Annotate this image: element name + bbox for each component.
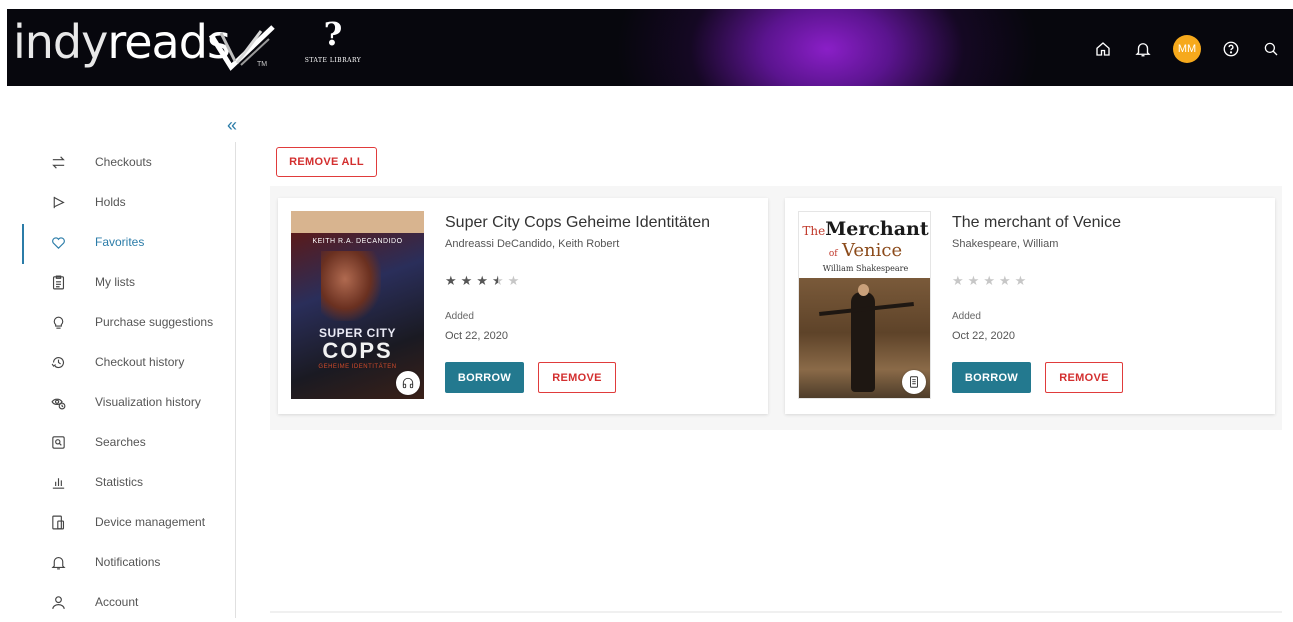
sidebar-item-label: Checkout history	[95, 355, 185, 369]
bell-icon[interactable]	[1133, 39, 1153, 59]
help-icon[interactable]	[1221, 39, 1241, 59]
cover-title-line2: COPS	[322, 338, 393, 363]
sidebar-item-visualization-history[interactable]: Visualization history	[0, 382, 234, 422]
sidebar-item-label: Statistics	[95, 475, 144, 489]
sidebar-item-label: Holds	[95, 195, 126, 209]
cover-subtitle: of Venice	[799, 240, 930, 261]
sidebar: Checkouts Holds Favorites My lists Purch…	[0, 142, 236, 618]
app-logo[interactable]: indyreads	[13, 15, 231, 69]
remove-all-button[interactable]: REMOVE ALL	[276, 147, 377, 177]
header: indyreads TM ? STATE LIBRARY MM	[0, 0, 1293, 86]
sidebar-item-notifications[interactable]: Notifications	[0, 542, 234, 582]
star-icon: ★	[1014, 273, 1027, 288]
star-rating: ★ ★ ★ ★ ★	[952, 273, 1026, 289]
eye-history-icon	[48, 392, 68, 412]
home-icon[interactable]	[1093, 39, 1113, 59]
sidebar-item-purchase-suggestions[interactable]: Purchase suggestions	[0, 302, 234, 342]
sidebar-item-label: Favorites	[95, 235, 145, 249]
search-icon[interactable]	[1261, 39, 1281, 59]
ebook-badge	[902, 370, 926, 394]
clipboard-icon	[48, 272, 68, 292]
star-icon: ★	[983, 273, 995, 288]
cover-author: KEITH R.A. DECANDIDO	[312, 238, 403, 245]
book-author[interactable]: Andreassi DeCandido, Keith Robert	[445, 238, 619, 250]
remove-button[interactable]: REMOVE	[1045, 362, 1123, 393]
star-icon: ★	[476, 273, 488, 288]
star-icon: ★	[952, 273, 964, 288]
cover-author: William Shakespeare	[822, 264, 909, 273]
devices-icon	[48, 512, 68, 532]
sidebar-item-label: Checkouts	[95, 155, 152, 169]
sidebar-item-favorites[interactable]: Favorites	[0, 222, 234, 262]
sidebar-item-searches[interactable]: Searches	[0, 422, 234, 462]
star-icon: ★	[998, 273, 1011, 288]
cover-title-merchant: Merchant	[825, 218, 929, 240]
sidebar-item-holds[interactable]: Holds	[0, 182, 234, 222]
sidebar-item-label: Account	[95, 595, 139, 609]
star-icon: ★	[460, 273, 473, 288]
sidebar-item-label: Searches	[95, 435, 146, 449]
state-library-mark-icon: ?	[323, 15, 343, 53]
logo-part-indy: indy	[13, 15, 108, 69]
cover-subtitle: GEHEIME IDENTITÄTEN	[318, 364, 397, 370]
remove-button[interactable]: REMOVE	[538, 362, 616, 393]
swap-icon	[48, 152, 68, 172]
header-actions: MM	[1093, 35, 1281, 63]
favorite-card: KEITH R.A. DECANDIDO SUPER CITY COPS GEH…	[278, 198, 768, 414]
collapse-sidebar-button[interactable]: «	[227, 116, 237, 134]
borrow-button[interactable]: BORROW	[952, 362, 1031, 393]
sidebar-item-device-management[interactable]: Device management	[0, 502, 234, 542]
heart-icon	[48, 232, 68, 252]
cover-figure	[321, 251, 381, 321]
borrow-button[interactable]: BORROW	[445, 362, 524, 393]
sidebar-item-label: My lists	[95, 275, 135, 289]
star-icon: ★	[967, 273, 980, 288]
added-label: Added	[952, 311, 981, 322]
headphones-icon	[402, 377, 414, 389]
sidebar-item-checkout-history[interactable]: Checkout history	[0, 342, 234, 382]
flag-icon	[48, 192, 68, 212]
book-title[interactable]: Super City Cops Geheime Identitäten	[445, 214, 710, 232]
star-rating: ★ ★ ★ ★ ★	[445, 273, 519, 289]
sidebar-item-my-lists[interactable]: My lists	[0, 262, 234, 302]
sidebar-item-label: Device management	[95, 515, 206, 529]
lightbulb-icon	[48, 312, 68, 332]
star-icon: ★	[507, 273, 520, 288]
sidebar-item-label: Notifications	[95, 555, 161, 569]
user-icon	[48, 592, 68, 612]
cover-title-venice: Venice	[842, 240, 903, 261]
cover-title: TheMerchant	[799, 218, 930, 240]
content-divider	[270, 611, 1282, 613]
bar-chart-icon	[48, 472, 68, 492]
logo-trademark: TM	[257, 61, 268, 68]
book-cover[interactable]: TheMerchant of Venice William Shakespear…	[798, 211, 931, 399]
sidebar-item-label: Purchase suggestions	[95, 315, 214, 329]
favorite-card: TheMerchant of Venice William Shakespear…	[785, 198, 1275, 414]
state-library-logo[interactable]: ? STATE LIBRARY	[293, 17, 373, 81]
history-icon	[48, 352, 68, 372]
avatar[interactable]: MM	[1173, 35, 1201, 63]
search-box-icon	[48, 432, 68, 452]
added-date: Oct 22, 2020	[952, 330, 1015, 342]
cover-title-of: of	[828, 249, 838, 259]
state-library-label: STATE LIBRARY	[304, 57, 362, 64]
audiobook-badge	[396, 371, 420, 395]
cover-title-the: The	[802, 224, 826, 238]
sidebar-item-statistics[interactable]: Statistics	[0, 462, 234, 502]
bell-icon	[48, 552, 68, 572]
ebook-icon	[910, 376, 918, 388]
book-cover[interactable]: KEITH R.A. DECANDIDO SUPER CITY COPS GEH…	[291, 211, 424, 399]
sidebar-item-checkouts[interactable]: Checkouts	[0, 142, 234, 182]
added-date: Oct 22, 2020	[445, 330, 508, 342]
added-label: Added	[445, 311, 474, 322]
sidebar-item-label: Visualization history	[95, 395, 201, 409]
book-author[interactable]: Shakespeare, William	[952, 238, 1058, 250]
star-half-icon: ★	[491, 273, 504, 288]
book-title[interactable]: The merchant of Venice	[952, 214, 1121, 232]
cover-figure-head	[858, 284, 869, 296]
sidebar-item-account[interactable]: Account	[0, 582, 234, 622]
header-bar: indyreads TM ? STATE LIBRARY MM	[7, 9, 1293, 86]
star-icon: ★	[445, 273, 457, 288]
